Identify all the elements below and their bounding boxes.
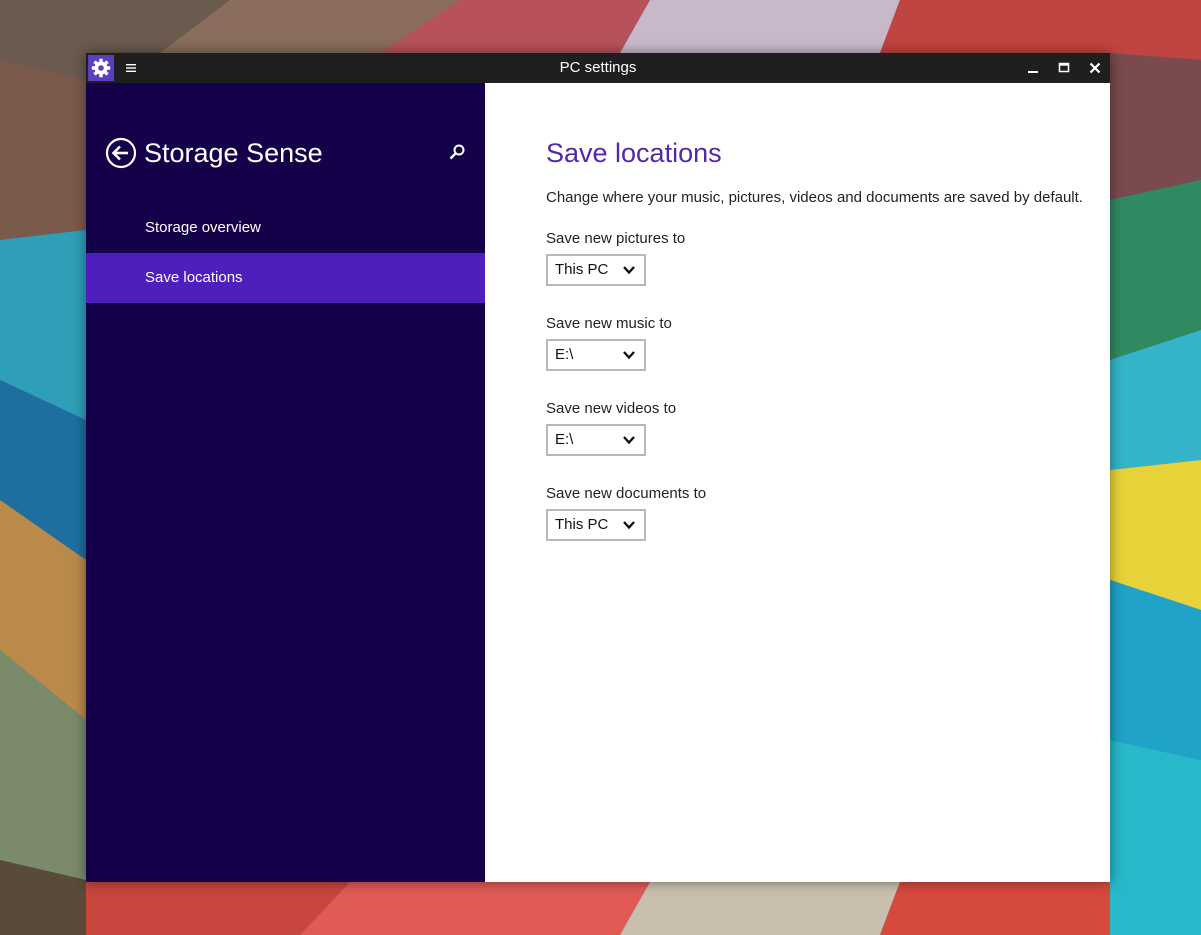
- documents-location-dropdown[interactable]: This PC: [546, 509, 646, 541]
- pictures-label: Save new pictures to: [546, 230, 686, 247]
- music-label: Save new music to: [546, 315, 672, 332]
- page-title: Save locations: [546, 138, 722, 168]
- sidebar-item-storage-overview[interactable]: Storage overview: [86, 203, 485, 253]
- search-button[interactable]: [448, 143, 466, 161]
- pictures-location-dropdown[interactable]: This PC: [546, 254, 646, 286]
- videos-location-dropdown[interactable]: E:\: [546, 424, 646, 456]
- minimize-icon: [1028, 71, 1038, 73]
- close-icon: [1089, 62, 1101, 74]
- minimize-button[interactable]: [1018, 53, 1048, 83]
- dropdown-value: E:\: [555, 431, 574, 448]
- dropdown-value: E:\: [555, 346, 574, 363]
- main-content: Save locations Change where your music, …: [486, 83, 1110, 882]
- dropdown-value: This PC: [555, 516, 609, 533]
- sidebar: Storage Sense Storage overview Save loca…: [86, 83, 485, 882]
- sidebar-item-label: Save locations: [145, 269, 243, 286]
- maximize-button[interactable]: [1049, 53, 1079, 83]
- chevron-down-icon: [623, 266, 635, 275]
- back-arrow-icon: [105, 137, 137, 169]
- page-description: Change where your music, pictures, video…: [546, 189, 1083, 206]
- back-button[interactable]: [105, 137, 137, 169]
- chevron-down-icon: [623, 521, 635, 530]
- documents-label: Save new documents to: [546, 485, 707, 502]
- sidebar-item-save-locations[interactable]: Save locations: [86, 253, 485, 303]
- search-icon: [449, 144, 465, 160]
- sidebar-item-label: Storage overview: [145, 219, 261, 236]
- window-title: PC settings: [559, 59, 637, 76]
- pc-settings-window: PC settings Storage Sense Storage overvi…: [86, 53, 1110, 882]
- chevron-down-icon: [623, 351, 635, 360]
- maximize-icon: [1058, 62, 1070, 73]
- chevron-down-icon: [623, 436, 635, 445]
- close-button[interactable]: [1080, 53, 1110, 83]
- title-bar[interactable]: PC settings: [86, 53, 1110, 83]
- dropdown-value: This PC: [555, 261, 609, 278]
- music-location-dropdown[interactable]: E:\: [546, 339, 646, 371]
- sidebar-title: Storage Sense: [144, 138, 323, 168]
- videos-label: Save new videos to: [546, 400, 677, 417]
